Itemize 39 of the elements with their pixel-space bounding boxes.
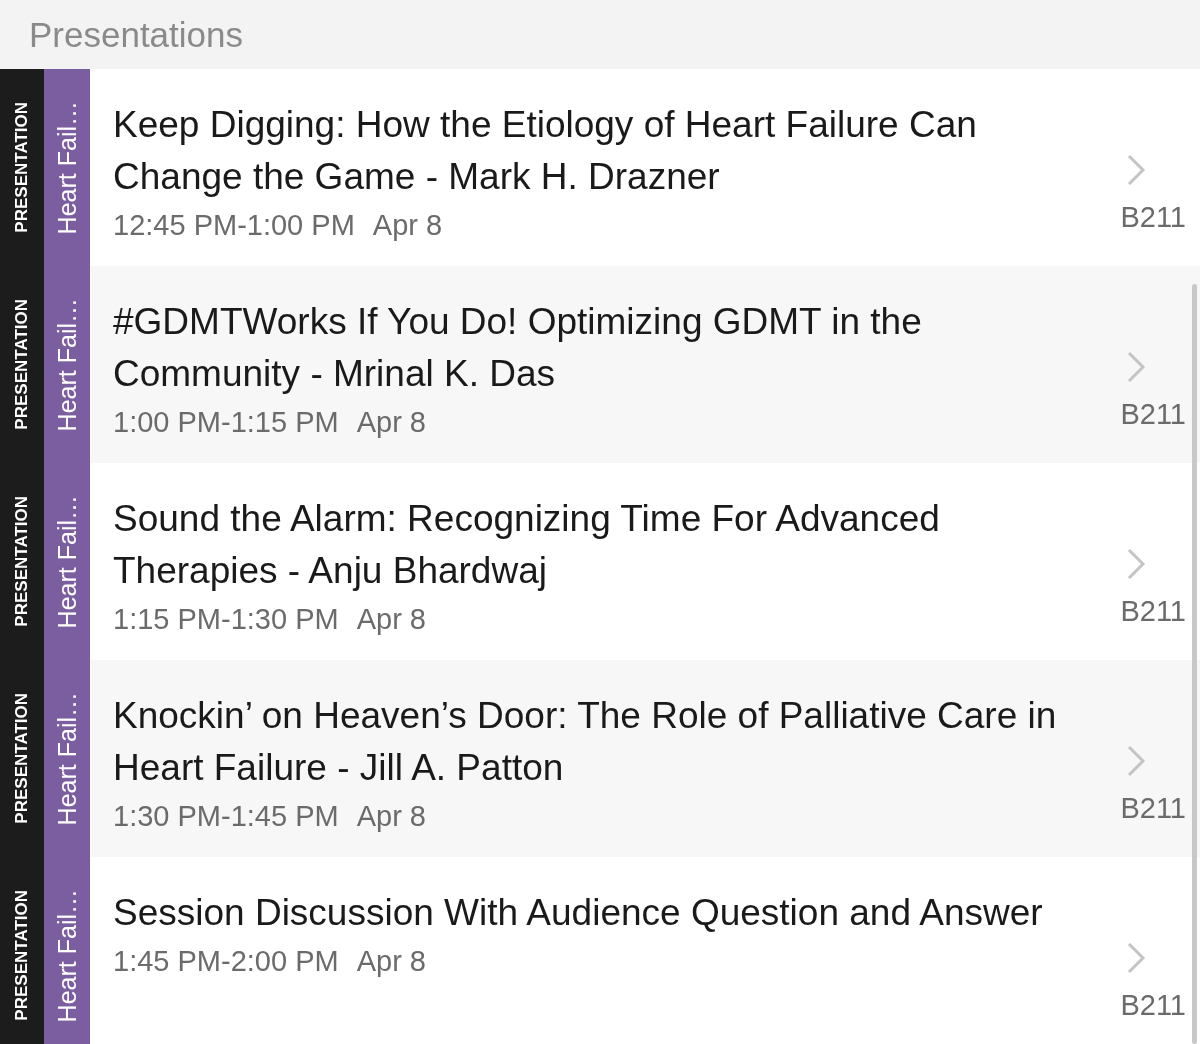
- time-range: 1:45 PM-2:00 PM: [113, 945, 339, 978]
- presentation-title: #GDMTWorks If You Do! Optimizing GDMT in the Community - Mrinal K. Das: [113, 300, 923, 396]
- chevron-icon: [1126, 153, 1146, 187]
- track-label: Heart Fail…: [52, 691, 82, 826]
- presentation-title: Sound the Alarm: Recognizing Time For Advanced Therapies - Anju Bhardwaj: [113, 497, 941, 593]
- type-label: PRESENTATION: [12, 102, 32, 233]
- room-label: B211: [1120, 989, 1186, 1022]
- presentation-title: Knockin’ on Heaven’s Door: The Role of Palliative Care in Heart Failure - Jill A. Patton: [113, 694, 1058, 790]
- time-range: 1:00 PM-1:15 PM: [113, 406, 339, 439]
- time-range: 1:15 PM-1:30 PM: [113, 603, 339, 636]
- type-label: PRESENTATION: [12, 890, 32, 1021]
- room-label: B211: [1120, 201, 1186, 234]
- date: Apr 8: [356, 406, 426, 439]
- date: Apr 8: [356, 800, 426, 833]
- room-label: B211: [1120, 792, 1186, 825]
- date: Apr 8: [356, 945, 426, 978]
- presentation-row[interactable]: PRESENTATION Heart Fail… Knockin’ on Heaven’s Door: The Role of Palliative Care in Heart Failure - Jill A. Patton 1:30 PM-1:45 PM Apr 8 B211: [0, 660, 1200, 857]
- room-label: B211: [1120, 595, 1186, 628]
- date: Apr 8: [356, 603, 426, 636]
- track-label: Heart Fail…: [52, 297, 82, 432]
- type-label: PRESENTATION: [12, 496, 32, 627]
- track-label: Heart Fail…: [52, 100, 82, 235]
- track-label: Heart Fail…: [52, 494, 82, 629]
- chevron-icon: [1126, 547, 1146, 581]
- section-title: Presentations: [29, 14, 244, 55]
- presentation-row[interactable]: PRESENTATION Heart Fail… #GDMTWorks If You Do! Optimizing GDMT in the Community - Mrinal K. Das 1:00 PM-1:15 PM Apr 8 B211: [0, 266, 1200, 463]
- track-label: Heart Fail…: [52, 888, 82, 1023]
- presentation-title: Keep Digging: How the Etiology of Heart Failure Can Change the Game - Mark H. Drazner: [113, 103, 978, 199]
- scrollbar[interactable]: [1192, 284, 1197, 1044]
- time-range: 1:30 PM-1:45 PM: [113, 800, 339, 833]
- time-range: 12:45 PM-1:00 PM: [113, 209, 355, 242]
- room-label: B211: [1120, 398, 1186, 431]
- date: Apr 8: [372, 209, 443, 242]
- chevron-icon: [1126, 350, 1146, 384]
- presentation-title: Session Discussion With Audience Question and Answer: [113, 891, 1044, 935]
- chevron-icon: [1126, 744, 1146, 778]
- type-label: PRESENTATION: [12, 299, 32, 430]
- chevron-icon: [1126, 941, 1146, 975]
- type-label: PRESENTATION: [12, 693, 32, 824]
